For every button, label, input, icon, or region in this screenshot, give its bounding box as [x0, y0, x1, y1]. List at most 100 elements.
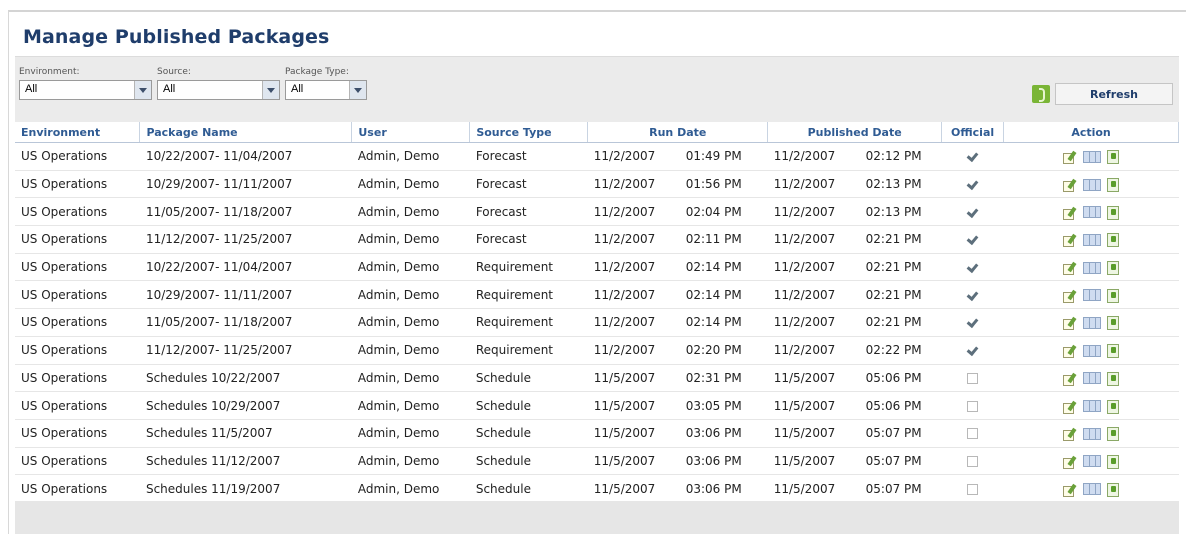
chevron-down-icon[interactable]: [262, 81, 279, 99]
view-grid-icon[interactable]: [1083, 483, 1102, 496]
view-grid-icon[interactable]: [1083, 455, 1102, 468]
export-doc-icon[interactable]: [1107, 427, 1120, 442]
edit-icon[interactable]: [1063, 428, 1077, 442]
view-grid-icon[interactable]: [1083, 372, 1102, 385]
column-header-official[interactable]: Official: [941, 122, 1005, 143]
table-row[interactable]: US Operations 10/22/2007- 11/04/2007 Admin…: [15, 253, 1179, 282]
table-row[interactable]: US Operations Schedules 11/5/2007 Admin, D…: [15, 419, 1179, 448]
official-checkbox[interactable]: [966, 316, 979, 329]
cell-source-type: Forecast: [469, 225, 588, 254]
export-doc-icon[interactable]: [1107, 371, 1120, 386]
edit-icon[interactable]: [1063, 262, 1077, 276]
cell-official: [941, 447, 1004, 476]
cell-package-name: 10/29/2007- 11/11/2007: [139, 170, 352, 199]
cell-actions: [1003, 142, 1179, 171]
table-row[interactable]: US Operations 10/29/2007- 11/11/2007 Admin…: [15, 170, 1179, 199]
cell-environment: US Operations: [15, 336, 140, 365]
view-grid-icon[interactable]: [1083, 400, 1102, 413]
cell-published-time: 02:21 PM: [859, 225, 942, 254]
cell-source-type: Schedule: [469, 419, 588, 448]
edit-icon[interactable]: [1063, 484, 1077, 497]
official-checkbox[interactable]: [967, 372, 979, 384]
table-row[interactable]: US Operations 11/12/2007- 11/25/2007 Admin…: [15, 225, 1179, 254]
edit-icon[interactable]: [1063, 179, 1077, 193]
official-checkbox[interactable]: [966, 344, 979, 357]
edit-icon[interactable]: [1063, 207, 1077, 220]
official-checkbox[interactable]: [967, 483, 979, 495]
edit-icon[interactable]: [1063, 345, 1077, 359]
cell-published-date: 11/2/2007: [767, 308, 860, 337]
cell-run-time: 03:06 PM: [679, 474, 768, 503]
edit-icon[interactable]: [1063, 151, 1077, 165]
edit-icon[interactable]: [1063, 317, 1077, 331]
cell-actions: [1003, 280, 1179, 310]
export-doc-icon[interactable]: [1107, 454, 1120, 469]
table-row[interactable]: US Operations 11/05/2007- 11/18/2007 Admin…: [15, 197, 1179, 227]
cell-environment: US Operations: [15, 447, 140, 476]
table-row[interactable]: US Operations 10/22/2007- 11/04/2007 Admin…: [15, 142, 1179, 171]
environment-select[interactable]: All: [19, 80, 152, 100]
column-header-environment[interactable]: Environment: [15, 122, 141, 143]
official-checkbox[interactable]: [966, 261, 979, 274]
column-header-user[interactable]: User: [351, 122, 471, 143]
edit-icon[interactable]: [1063, 373, 1077, 386]
column-header-source-type[interactable]: Source Type: [469, 122, 589, 143]
table-row[interactable]: US Operations Schedules 11/19/2007 Admin, …: [15, 474, 1179, 503]
cell-run-time: 02:14 PM: [679, 308, 768, 337]
cell-published-date: 11/5/2007: [767, 391, 860, 420]
official-checkbox[interactable]: [967, 400, 979, 412]
table-row[interactable]: US Operations Schedules 10/29/2007 Admin, …: [15, 391, 1179, 420]
view-grid-icon[interactable]: [1083, 150, 1102, 163]
official-checkbox[interactable]: [966, 206, 979, 219]
official-checkbox[interactable]: [966, 289, 979, 302]
export-doc-icon[interactable]: [1107, 261, 1120, 276]
official-checkbox[interactable]: [966, 233, 979, 246]
column-header-run-date[interactable]: Run Date: [587, 122, 769, 143]
cell-official: [941, 170, 1004, 199]
export-doc-icon[interactable]: [1107, 288, 1120, 303]
view-grid-icon[interactable]: [1083, 344, 1102, 357]
view-grid-icon[interactable]: [1083, 289, 1102, 302]
cell-source-type: Forecast: [469, 170, 588, 199]
edit-icon[interactable]: [1063, 234, 1077, 248]
edit-icon[interactable]: [1063, 290, 1077, 303]
edit-icon[interactable]: [1063, 401, 1077, 414]
official-checkbox[interactable]: [966, 178, 979, 191]
cell-package-name: Schedules 11/5/2007: [139, 419, 352, 448]
refresh-button[interactable]: Refresh: [1032, 83, 1173, 105]
official-checkbox[interactable]: [967, 428, 979, 440]
cell-published-time: 05:07 PM: [859, 474, 942, 503]
export-doc-icon[interactable]: [1107, 150, 1120, 165]
view-grid-icon[interactable]: [1083, 316, 1102, 329]
official-checkbox[interactable]: [967, 455, 979, 467]
table-row[interactable]: US Operations 10/29/2007- 11/11/2007 Admin…: [15, 280, 1179, 310]
export-doc-icon[interactable]: [1107, 399, 1120, 414]
cell-user: Admin, Demo: [351, 170, 470, 199]
export-doc-icon[interactable]: [1107, 205, 1120, 220]
official-checkbox[interactable]: [966, 150, 979, 163]
table-row[interactable]: US Operations 11/05/2007- 11/18/2007 Admin…: [15, 308, 1179, 337]
source-select[interactable]: All: [157, 80, 280, 100]
table-row[interactable]: US Operations Schedules 10/22/2007 Admin, …: [15, 364, 1179, 393]
cell-official: [941, 364, 1004, 393]
column-header-package-name[interactable]: Package Name: [139, 122, 353, 143]
view-grid-icon[interactable]: [1083, 178, 1102, 191]
cell-user: Admin, Demo: [351, 447, 470, 476]
view-grid-icon[interactable]: [1083, 427, 1102, 440]
chevron-down-icon[interactable]: [134, 81, 151, 99]
package-type-select[interactable]: All: [285, 80, 367, 100]
view-grid-icon[interactable]: [1083, 261, 1102, 274]
table-row[interactable]: US Operations Schedules 11/12/2007 Admin, …: [15, 447, 1179, 476]
edit-icon[interactable]: [1063, 456, 1077, 469]
export-doc-icon[interactable]: [1107, 344, 1120, 359]
column-header-published-date[interactable]: Published Date: [767, 122, 943, 143]
export-doc-icon[interactable]: [1107, 482, 1120, 497]
table-row[interactable]: US Operations 11/12/2007- 11/25/2007 Admin…: [15, 336, 1179, 365]
export-doc-icon[interactable]: [1107, 178, 1120, 193]
export-doc-icon[interactable]: [1107, 316, 1120, 331]
export-doc-icon[interactable]: [1107, 233, 1120, 248]
view-grid-icon[interactable]: [1083, 206, 1102, 219]
view-grid-icon[interactable]: [1083, 233, 1102, 246]
chevron-down-icon[interactable]: [349, 81, 366, 99]
refresh-icon[interactable]: [1032, 85, 1050, 103]
